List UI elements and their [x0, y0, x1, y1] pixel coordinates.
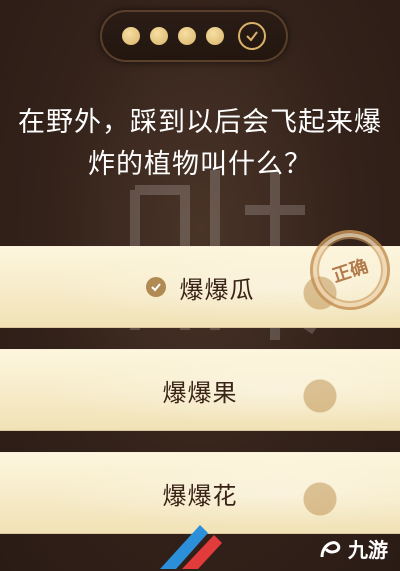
question-line-2: 炸的植物叫什么？	[88, 149, 312, 180]
progress-dot	[122, 27, 140, 45]
progress-dot	[178, 27, 196, 45]
progress-dot	[206, 27, 224, 45]
answer-option[interactable]: 爆爆果	[0, 349, 400, 431]
logo-text: 九游	[348, 538, 388, 562]
progress-indicator	[100, 10, 288, 62]
answer-label: 爆爆瓜	[179, 275, 255, 304]
site-logo: 九游	[316, 534, 388, 563]
nine-game-icon	[320, 540, 341, 557]
watermark-brand-icon	[160, 525, 222, 569]
progress-check-icon	[238, 22, 266, 50]
question-line-1: 在野外，踩到以后会飞起来爆	[18, 107, 382, 138]
progress-dot	[150, 27, 168, 45]
answer-label: 爆爆果	[162, 378, 238, 407]
question-text: 在野外，踩到以后会飞起来爆 炸的植物叫什么？	[0, 102, 400, 186]
answer-label: 爆爆花	[162, 481, 238, 510]
check-icon	[145, 277, 166, 297]
